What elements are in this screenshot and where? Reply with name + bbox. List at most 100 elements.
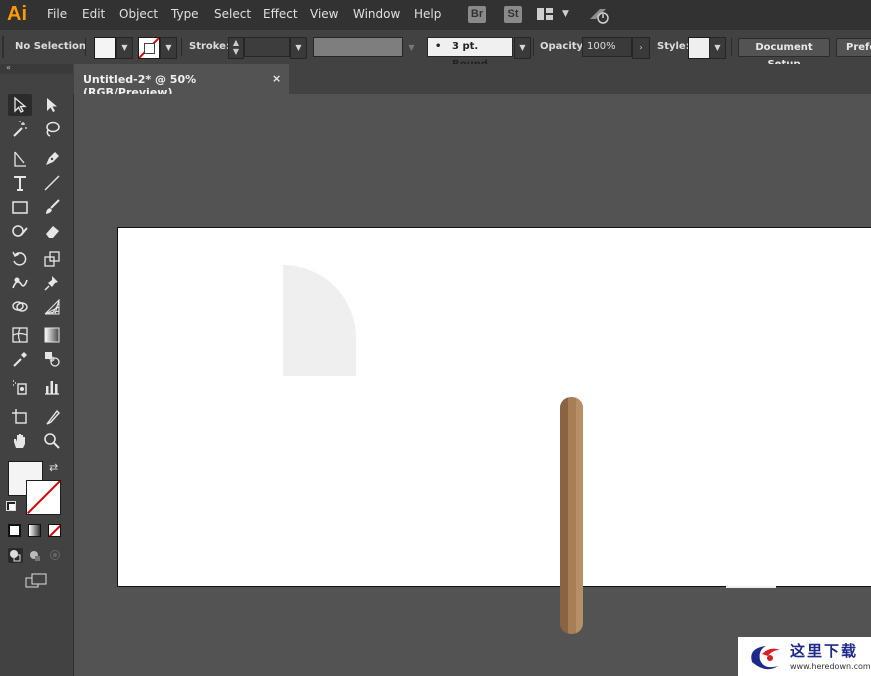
type-tool[interactable] [8,172,32,194]
profile-dropdown[interactable]: ▼ [403,37,420,59]
stock-button[interactable]: St [504,6,522,23]
panel-grip[interactable] [2,36,4,58]
menu-edit[interactable]: Edit [82,7,105,21]
menu-view[interactable]: View [310,7,338,21]
eyedropper-tool[interactable] [8,348,32,370]
blend-tool[interactable] [40,348,64,370]
fill-dropdown[interactable]: ▼ [116,37,133,59]
brush-dropdown[interactable]: ▼ [514,37,531,59]
menu-help[interactable]: Help [414,7,441,21]
draw-behind-icon [30,551,40,561]
paintbrush-tool[interactable] [40,196,64,218]
rectangle-icon [12,201,28,214]
color-mode-button[interactable] [8,524,21,537]
stroke-swatch[interactable] [138,37,160,59]
tools-panel-header[interactable]: « [0,63,73,74]
anchor-arrow-icon [14,151,26,167]
gradient-tool[interactable] [40,324,64,346]
shaper-icon [12,225,28,237]
puppet-warp-tool[interactable] [40,272,64,294]
style-label: Style: [657,41,690,52]
wooden-stick-shape[interactable] [560,397,583,634]
tools-panel: « ⇄ [0,63,74,676]
zoom-tool[interactable] [40,430,64,452]
preferences-button[interactable]: Prefer [836,38,871,57]
brush-definition[interactable]: • 3 pt. Round [427,37,513,70]
blend-icon [45,352,60,367]
column-graph-tool[interactable] [40,376,64,398]
document-tab-bar: Untitled-2* @ 50% (RGB/Preview) × [73,64,871,99]
document-setup-button[interactable]: Document Setup [738,38,830,70]
graphic-style-swatch[interactable] [688,37,710,59]
close-tab-icon[interactable]: × [272,72,281,85]
direct-selection-tool[interactable] [40,94,64,116]
lasso-tool[interactable] [40,118,64,140]
rotate-tool[interactable] [8,248,32,270]
menu-type[interactable]: Type [171,7,199,21]
rotate-icon [12,251,27,266]
artboard-icon [12,409,27,424]
divider [731,38,732,56]
divider [181,38,182,56]
watermark: 这里下载 www.heredown.com [738,637,871,676]
none-mode-button[interactable] [48,524,61,537]
eraser-tool[interactable] [40,220,64,242]
menu-bar: Ai File Edit Object Type Select Effect V… [0,0,871,30]
paintbrush-icon [46,199,60,214]
line-segment-tool[interactable] [40,172,64,194]
swap-fill-stroke-icon[interactable]: ⇄ [49,461,58,474]
bridge-button[interactable]: Br [468,6,486,23]
watermark-text: 这里下载 [790,642,859,660]
menu-window[interactable]: Window [353,7,400,21]
artboard[interactable] [117,227,871,587]
stroke-weight-dropdown[interactable]: ▼ [290,37,307,59]
draw-behind-button[interactable] [28,548,43,563]
shaper-tool[interactable] [8,220,32,242]
watermark-url: www.heredown.com [790,662,871,671]
draw-normal-button[interactable] [8,548,23,563]
selection-tool[interactable] [8,94,32,116]
document-tab[interactable]: Untitled-2* @ 50% (RGB/Preview) × [74,64,289,99]
shape-builder-tool[interactable] [8,296,32,318]
menu-select[interactable]: Select [214,7,251,21]
change-screen-mode-button[interactable] [24,572,48,590]
scale-tool[interactable] [40,248,64,270]
menu-effect[interactable]: Effect [263,7,298,21]
gradient-mode-button[interactable] [28,524,41,537]
anchor-point-tool[interactable] [8,148,32,170]
mesh-tool[interactable] [8,324,32,346]
perspective-grid-tool[interactable] [40,296,64,318]
selection-arrow-icon [14,96,27,113]
magic-wand-tool[interactable] [8,118,32,140]
hand-tool[interactable] [8,430,32,452]
stroke-color-box[interactable] [26,480,61,515]
warp-tool[interactable] [8,272,32,294]
opacity-label: Opacity: [540,41,588,52]
symbol-sprayer-tool[interactable] [8,376,32,398]
opacity-input[interactable]: 100% [582,37,632,57]
stroke-dropdown[interactable]: ▼ [160,37,177,59]
slice-tool[interactable] [40,406,64,428]
stroke-weight-input[interactable] [244,37,290,57]
fill-swatch[interactable] [94,37,116,59]
arrange-documents-icon[interactable] [537,8,553,20]
style-dropdown[interactable]: ▼ [709,37,726,59]
menu-object[interactable]: Object [119,7,158,21]
rectangle-tool[interactable] [8,196,32,218]
variable-width-profile[interactable] [313,37,403,57]
menu-file[interactable]: File [47,7,67,21]
default-colors-icon[interactable] [6,501,16,511]
draw-inside-button[interactable] [48,548,63,563]
pen-tool[interactable] [40,148,64,170]
collapse-icon[interactable]: « [6,63,11,72]
artboard-tool[interactable] [8,406,32,428]
opacity-expand-button[interactable]: › [632,37,650,59]
hand-icon [14,434,25,448]
chevron-down-icon[interactable]: ▼ [562,9,569,19]
magnifier-icon [44,433,60,449]
quarter-circle-shape[interactable] [283,265,356,376]
gpu-performance-icon[interactable] [588,5,610,25]
stroke-weight-stepper[interactable]: ▲ ▼ [228,37,244,59]
draw-normal-icon [10,550,21,562]
mesh-icon [12,327,28,343]
